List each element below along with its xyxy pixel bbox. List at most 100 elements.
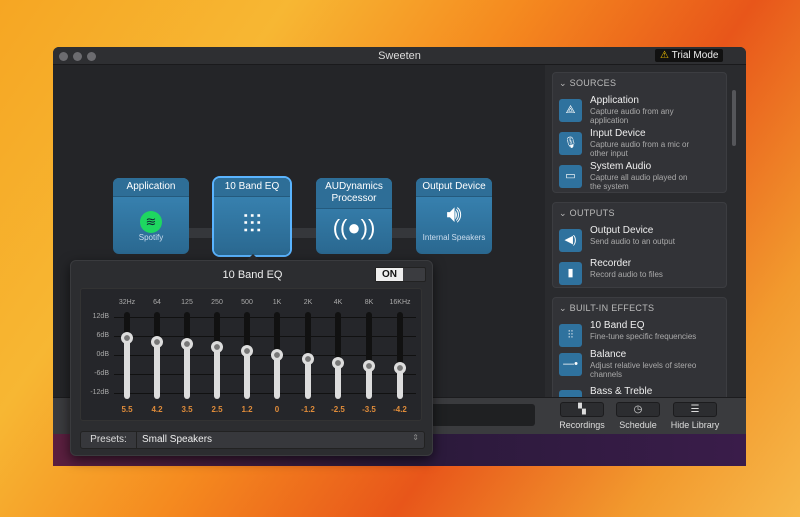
recordings-button[interactable]: ▚ bbox=[560, 402, 604, 417]
chevron-updown-icon: ⇕ bbox=[412, 433, 419, 442]
node-audynamics[interactable]: AUDynamics Processor ((●)) bbox=[316, 178, 392, 254]
band-value: 0 bbox=[274, 405, 280, 414]
band-slider-fill bbox=[214, 347, 220, 399]
node-10-band-eq[interactable]: 10 Band EQ ⫶⫶⫶ bbox=[214, 178, 290, 255]
outputs-panel: ⌄ OUTPUTS ◀) Output Device Send audio to a… bbox=[552, 202, 727, 288]
balance-icon: —• bbox=[559, 353, 582, 376]
item-name: Output Device bbox=[590, 225, 654, 236]
band-value: -2.5 bbox=[331, 405, 345, 414]
db-label: -6dB bbox=[94, 370, 109, 377]
db-label: 12dB bbox=[92, 313, 109, 320]
speaker-icon: ◀) bbox=[559, 229, 582, 252]
band-label: 16KHz bbox=[389, 299, 411, 306]
section-title: SOURCES bbox=[569, 78, 617, 88]
band-label: 8K bbox=[364, 299, 374, 306]
band-slider-knob[interactable] bbox=[121, 331, 133, 344]
sources-header[interactable]: ⌄ SOURCES bbox=[553, 73, 726, 94]
item-desc: Capture audio from any application bbox=[590, 107, 674, 125]
presets-select[interactable]: Presets: Small Speakers ⇕ bbox=[80, 431, 425, 449]
item-name: 10 Band EQ bbox=[590, 320, 645, 331]
window-title: Sweeten bbox=[378, 50, 421, 62]
band-slider-knob[interactable] bbox=[181, 337, 193, 350]
band-slider-fill bbox=[244, 351, 250, 399]
sliders-icon: ⫶⫶⫶ bbox=[242, 209, 262, 239]
preset-value: Small Speakers bbox=[142, 434, 213, 445]
broadcast-icon: ((●)) bbox=[332, 215, 376, 240]
library-item[interactable]: ▮ Recorder Record audio to files bbox=[553, 257, 726, 287]
db-label: 6dB bbox=[96, 332, 109, 339]
sliders-icon: ⫶⫶ bbox=[559, 324, 582, 347]
presets-label: Presets: bbox=[81, 432, 137, 448]
band-slider-knob[interactable] bbox=[271, 349, 283, 361]
hide-library-button[interactable]: ☰ bbox=[673, 402, 717, 417]
band-slider-fill bbox=[274, 355, 280, 399]
library-item[interactable]: ⟁ Application Capture audio from any appli… bbox=[553, 94, 726, 127]
item-name: System Audio bbox=[590, 161, 652, 172]
trial-mode-badge[interactable]: ⚠ Trial Mode bbox=[655, 49, 724, 62]
band-label: 2K bbox=[303, 299, 313, 306]
item-desc: Record audio to files bbox=[590, 270, 663, 279]
node-header: 10 Band EQ bbox=[214, 178, 290, 197]
outputs-header[interactable]: ⌄ OUTPUTS bbox=[553, 203, 726, 224]
item-name: Application bbox=[590, 95, 639, 106]
library-item[interactable]: ▭ System Audio Capture all audio played on… bbox=[553, 160, 726, 192]
library-sidebar: ⌄ SOURCES ⟁ Application Capture audio from… bbox=[545, 65, 746, 407]
band-value: 5.5 bbox=[121, 405, 133, 414]
item-desc: Capture audio from a mic or other input bbox=[590, 140, 690, 158]
band-slider-fill bbox=[184, 343, 190, 399]
item-desc: Fine-tune specific frequencies bbox=[590, 332, 697, 341]
item-name: Balance bbox=[590, 349, 627, 360]
item-name: Input Device bbox=[590, 128, 646, 139]
schedule-button[interactable]: ◷ bbox=[616, 402, 660, 417]
band-value: 1.2 bbox=[241, 405, 253, 414]
monitor-icon: ▭ bbox=[559, 165, 582, 188]
band-label: 250 bbox=[211, 299, 223, 306]
section-title: OUTPUTS bbox=[569, 208, 615, 218]
node-header: Application bbox=[113, 178, 189, 197]
node-header: Output Device bbox=[416, 178, 492, 197]
band-value: 4.2 bbox=[151, 405, 163, 414]
effects-header[interactable]: ⌄ BUILT-IN EFFECTS bbox=[553, 298, 726, 319]
band-label: 125 bbox=[181, 299, 193, 306]
band-slider-fill bbox=[124, 337, 130, 399]
item-desc: Capture all audio played on the system bbox=[590, 173, 688, 191]
library-item[interactable]: 🎙︎ Input Device Capture audio from a mic o… bbox=[553, 127, 726, 160]
node-output-device[interactable]: Output Device 🔊︎ Internal Speakers bbox=[416, 178, 492, 254]
db-label: 0dB bbox=[96, 351, 109, 358]
band-slider-knob[interactable] bbox=[151, 335, 163, 348]
band-label: 32Hz bbox=[118, 299, 136, 306]
toggle-label: ON bbox=[376, 268, 403, 281]
trial-label: Trial Mode bbox=[671, 50, 719, 61]
band-slider-fill bbox=[154, 341, 160, 399]
microphone-icon: 🎙︎ bbox=[559, 132, 582, 155]
library-item[interactable]: —• Balance Adjust relative levels of stere… bbox=[553, 348, 726, 385]
band-value: -4.2 bbox=[393, 405, 407, 414]
band-slider-knob[interactable] bbox=[394, 362, 406, 375]
node-application[interactable]: Application ≋ Spotify bbox=[113, 178, 189, 254]
eq-popover: 10 Band EQ ON 12dB 6dB 0dB -6dB -12dB 32Hz 5.5… bbox=[70, 260, 433, 456]
item-desc: Send audio to an output bbox=[590, 237, 675, 246]
band-slider-knob[interactable] bbox=[211, 341, 223, 354]
list-icon: ☰ bbox=[690, 404, 700, 415]
db-label: -12dB bbox=[90, 389, 109, 396]
library-item[interactable]: ⫶⫶ 10 Band EQ Fine-tune specific frequenci… bbox=[553, 319, 726, 348]
eq-on-off-toggle[interactable]: ON bbox=[375, 267, 426, 282]
eq-panel: 12dB 6dB 0dB -6dB -12dB 32Hz 5.5 64 4.2 125 3.5 250… bbox=[80, 288, 422, 421]
band-value: 2.5 bbox=[211, 405, 223, 414]
item-name: Bass & Treble bbox=[590, 386, 653, 397]
library-item[interactable]: ◀) Output Device Send audio to an output bbox=[553, 224, 726, 257]
built-in-effects-panel: ⌄ BUILT-IN EFFECTS ⫶⫶ 10 Band EQ Fine-tune… bbox=[552, 297, 727, 407]
band-label: 500 bbox=[241, 299, 253, 306]
application-icon: ⟁ bbox=[559, 99, 582, 122]
clock-icon: ◷ bbox=[633, 404, 643, 415]
band-slider-knob[interactable] bbox=[302, 352, 314, 365]
band-slider-knob[interactable] bbox=[363, 360, 375, 373]
item-desc: Adjust relative levels of stereo channel… bbox=[590, 361, 697, 379]
recordings-icon: ▚ bbox=[578, 404, 586, 415]
band-slider-fill bbox=[305, 358, 311, 399]
section-title: BUILT-IN EFFECTS bbox=[569, 303, 655, 313]
band-slider-knob[interactable] bbox=[332, 356, 344, 369]
sidebar-scrollbar[interactable] bbox=[732, 90, 736, 146]
node-header: AUDynamics Processor bbox=[316, 178, 392, 209]
file-icon: ▮ bbox=[559, 262, 582, 285]
